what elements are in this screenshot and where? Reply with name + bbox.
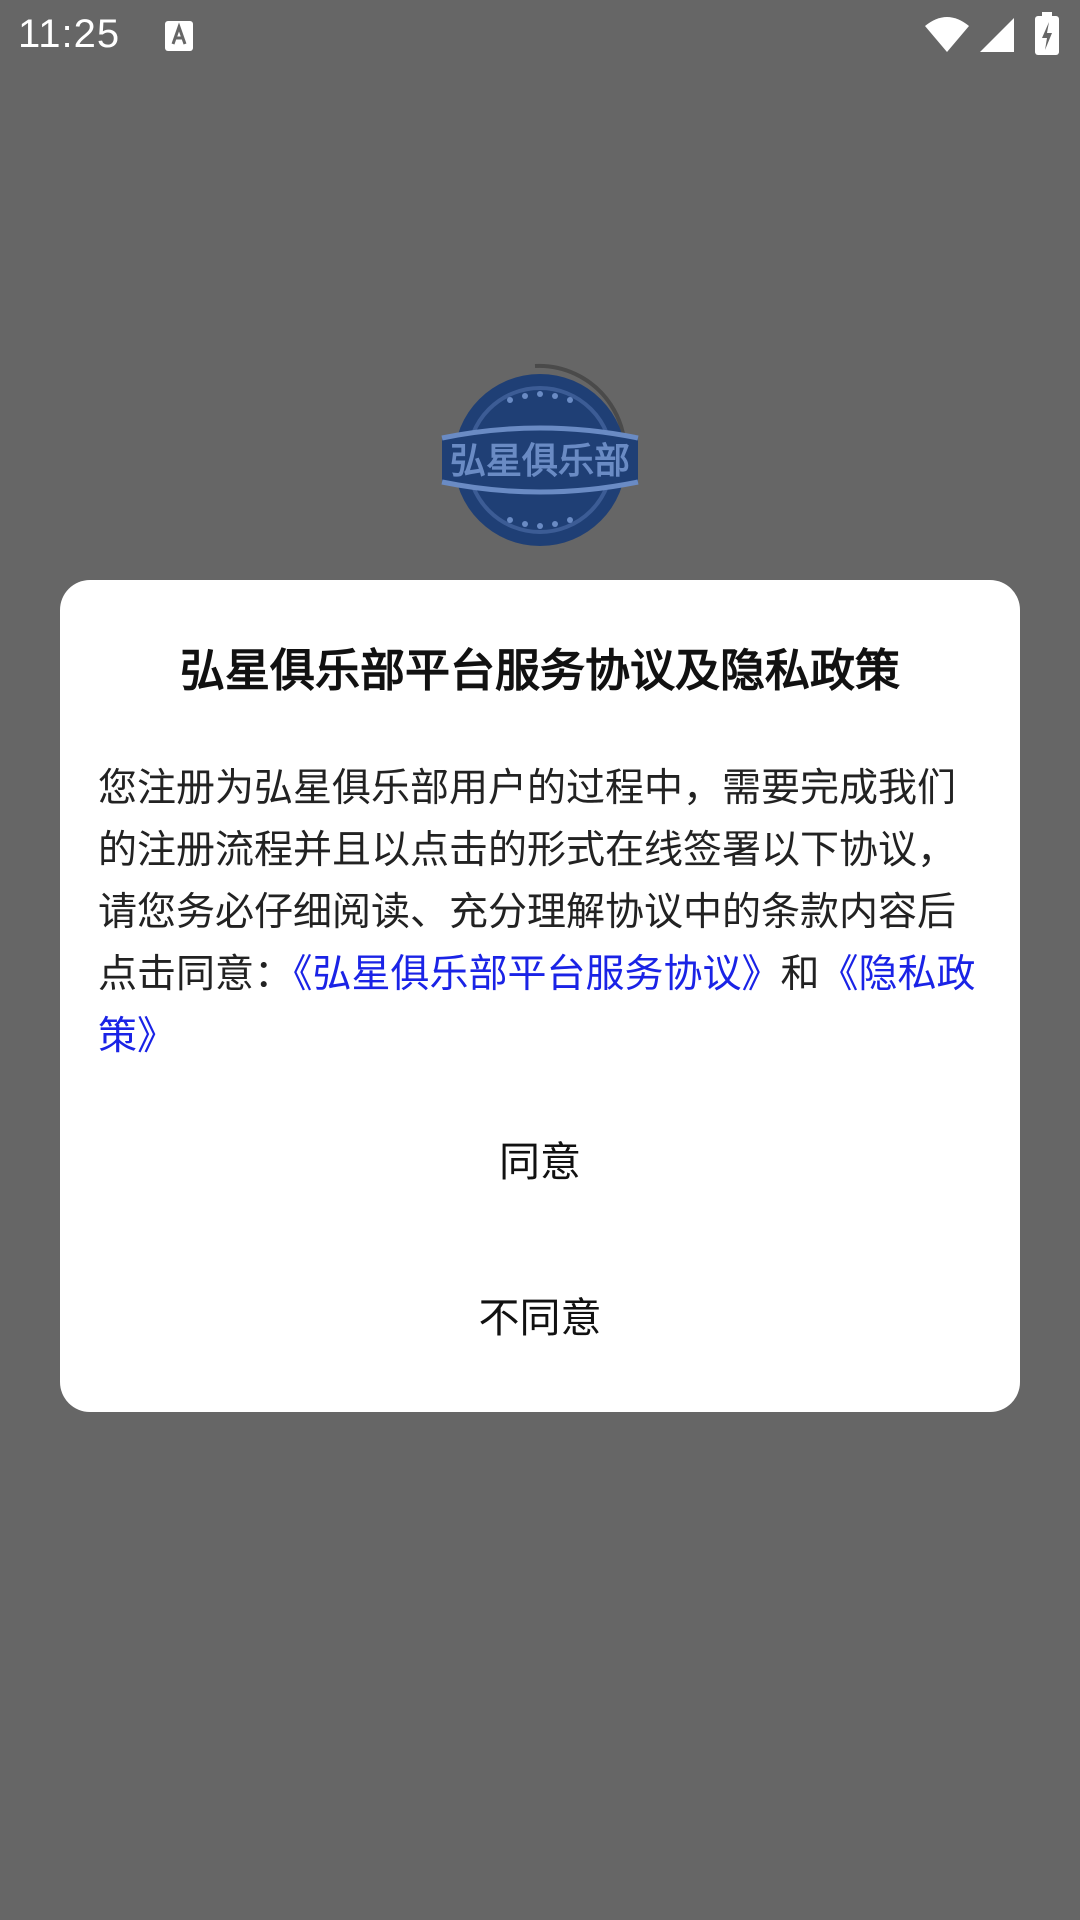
battery-charging-icon [1035,12,1059,55]
conjunction-text: 和 [780,952,820,997]
disagree-button[interactable]: 不同意 [60,1284,1020,1344]
agree-button[interactable]: 同意 [60,1128,1020,1188]
club-logo-icon: 弘星俱乐部 [441,363,639,546]
dialog-title: 弘星俱乐部平台服务协议及隐私政策 [179,644,900,697]
club-logo: 弘星俱乐部 [440,360,640,560]
privacy-dialog: 弘星俱乐部平台服务协议及隐私政策 您注册为弘星俱乐部用户的过程中，需要完成我们的… [60,580,1020,1412]
cellular-signal-icon [980,18,1014,52]
text-a-icon [165,21,193,51]
logo-text: 弘星俱乐部 [450,441,630,482]
service-agreement-link[interactable]: 《弘星俱乐部平台服务协议》 [293,952,781,997]
status-time: 11:25 [18,12,121,56]
wifi-icon [925,17,969,52]
status-bar: 11:25 [0,0,1080,72]
dialog-body: 您注册为弘星俱乐部用户的过程中，需要完成我们的注册流程并且以点击的形式在线签署以… [98,758,982,1068]
